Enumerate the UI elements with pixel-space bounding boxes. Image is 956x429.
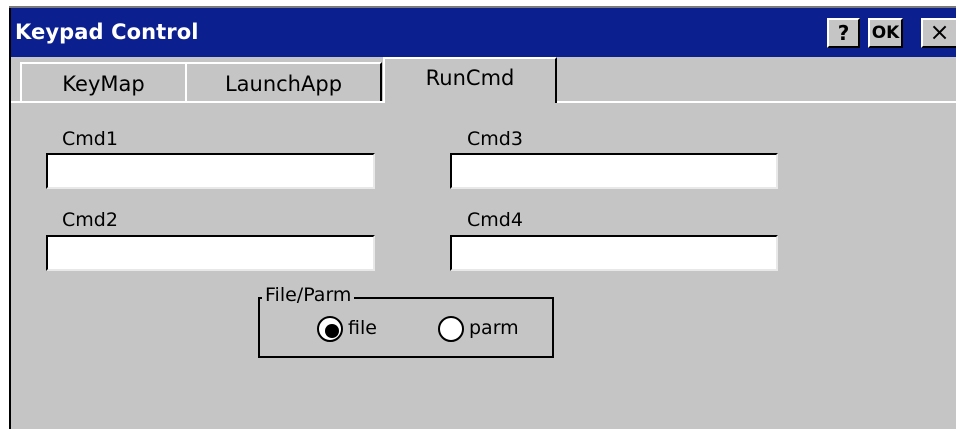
radio-circle-icon	[317, 316, 343, 342]
window-title: Keypad Control	[15, 20, 199, 44]
cmd4-input[interactable]	[450, 235, 778, 271]
cmd3-input[interactable]	[450, 153, 778, 189]
tab-keymap[interactable]: KeyMap	[20, 62, 187, 102]
cmd1-label: Cmd1	[62, 128, 118, 150]
parm-radio[interactable]: parm	[438, 316, 528, 346]
radio-selected-dot-icon	[325, 324, 339, 338]
file-radio[interactable]: file	[317, 316, 387, 346]
file-radio-label: file	[348, 317, 377, 339]
tab-runcmd[interactable]: RunCmd	[383, 57, 557, 103]
tab-bar: KeyMap LaunchApp RunCmd	[11, 57, 956, 103]
cmd4-label: Cmd4	[467, 209, 523, 231]
tab-launchapp[interactable]: LaunchApp	[185, 62, 382, 102]
tab-baseline-left	[11, 101, 384, 103]
radio-circle-icon	[438, 316, 464, 342]
cmd1-input[interactable]	[46, 153, 375, 189]
parm-radio-label: parm	[469, 317, 519, 339]
help-button[interactable]: ?	[827, 18, 860, 48]
cmd2-label: Cmd2	[62, 209, 118, 231]
tab-baseline-right	[557, 101, 956, 103]
file-parm-group-title: File/Parm	[262, 284, 355, 306]
title-bar[interactable]: Keypad Control ? OK ×	[11, 8, 956, 57]
cmd2-input[interactable]	[46, 235, 375, 271]
cmd3-label: Cmd3	[467, 128, 523, 150]
close-button[interactable]: ×	[921, 18, 956, 48]
ok-button[interactable]: OK	[868, 18, 903, 48]
